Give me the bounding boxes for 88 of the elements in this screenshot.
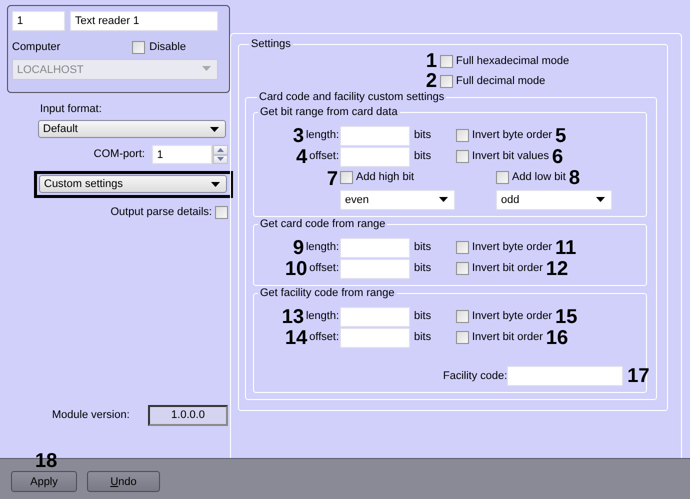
- bits-field[interactable]: [340, 146, 410, 166]
- callout-number: 2: [426, 72, 437, 90]
- group-title: Get facility code from range: [259, 287, 396, 300]
- facility-code-label: Facility code:: [443, 370, 508, 382]
- callout-number: 14: [284, 328, 308, 346]
- name-field[interactable]: Text reader 1: [70, 11, 218, 31]
- checkbox[interactable]: [440, 74, 453, 88]
- module-version-label: Module version:: [52, 409, 131, 422]
- computer-label: Computer: [12, 41, 60, 54]
- disable-label: Disable: [149, 41, 186, 54]
- unit-label: bits: [413, 310, 432, 323]
- bits-field[interactable]: [340, 258, 410, 278]
- callout-number: 11: [555, 238, 576, 256]
- parse-mode-dropdown[interactable]: Custom settings: [39, 175, 227, 193]
- input-format-label: Input format:: [40, 103, 103, 116]
- checkbox[interactable]: [215, 206, 228, 219]
- callout-number: 17: [627, 367, 650, 385]
- caret-icon: [596, 197, 605, 202]
- unit-label: bits: [413, 150, 432, 163]
- input-format-dropdown[interactable]: Default: [38, 120, 226, 138]
- id-field[interactable]: 1: [12, 11, 65, 31]
- field-label: offset:: [309, 262, 339, 275]
- unit-label: bits: [413, 262, 432, 275]
- checkbox[interactable]: [456, 331, 469, 344]
- spin-button[interactable]: [213, 145, 228, 154]
- caret-icon: [202, 66, 211, 71]
- checkbox[interactable]: [340, 171, 353, 184]
- callout-number: 12: [546, 260, 568, 278]
- caret-icon: [210, 127, 219, 132]
- parity-dropdown[interactable]: even: [340, 190, 455, 210]
- checkbox-label: Invert byte order: [472, 129, 552, 142]
- bits-field[interactable]: [340, 238, 410, 258]
- callout-number: 3: [292, 126, 304, 144]
- checkbox[interactable]: [456, 310, 469, 323]
- checkbox[interactable]: [456, 262, 469, 275]
- group-title: Get card code from range: [259, 218, 386, 231]
- group-title: Settings: [250, 38, 292, 51]
- unit-label: bits: [413, 241, 432, 254]
- apply-button[interactable]: Apply: [11, 471, 77, 492]
- field-label: length:: [306, 241, 339, 254]
- callout-number: 1: [426, 52, 437, 70]
- checkbox-label: Full decimal mode: [456, 74, 546, 88]
- com-port-label: COM-port:: [94, 148, 145, 161]
- callout-number: 7: [326, 170, 338, 192]
- unit-label: bits: [413, 129, 432, 142]
- undo-button[interactable]: Undo: [87, 471, 160, 492]
- parity-dropdown[interactable]: odd: [496, 190, 612, 210]
- callout-number: 5: [555, 126, 566, 144]
- down-arrow-icon: [217, 157, 224, 162]
- checkbox[interactable]: [132, 41, 146, 54]
- field-label: offset:: [309, 331, 339, 344]
- callout-number: 9: [292, 238, 304, 256]
- bits-field[interactable]: [340, 306, 410, 326]
- checkbox-label: Invert bit order: [472, 262, 543, 275]
- output-parse-label: Output parse details:: [110, 206, 212, 219]
- caret-icon: [439, 197, 448, 202]
- bits-field[interactable]: [340, 126, 410, 146]
- checkbox-label: Invert byte order: [472, 310, 552, 323]
- callout-number: 10: [284, 260, 308, 278]
- callout-number: 13: [282, 308, 304, 326]
- field-label: offset:: [309, 150, 339, 163]
- callout-number: 8: [568, 168, 580, 186]
- checkbox[interactable]: [456, 129, 469, 142]
- checkbox-label: Add high bit: [356, 171, 414, 184]
- checkbox-label: Invert bit values: [472, 150, 550, 163]
- callout-number: 6: [552, 148, 564, 166]
- module-version-field: 1.0.0.0: [148, 405, 228, 426]
- field-label: length:: [306, 129, 339, 142]
- checkbox-label: Invert byte order: [472, 241, 552, 254]
- unit-label: bits: [413, 331, 432, 344]
- checkbox[interactable]: [456, 241, 469, 254]
- callout-number: 4: [296, 148, 308, 166]
- callout-number: 15: [555, 308, 578, 326]
- checkbox-label: Add low bit: [512, 171, 566, 184]
- group-title: Get bit range from card data: [259, 106, 399, 119]
- checkbox[interactable]: [456, 150, 469, 163]
- field-label: length:: [306, 310, 339, 323]
- com-port-field[interactable]: 1: [152, 145, 212, 164]
- callout-number: 16: [546, 328, 568, 346]
- checkbox-label: Full hexadecimal mode: [456, 54, 570, 68]
- checkbox[interactable]: [440, 54, 453, 68]
- facility-code-field[interactable]: [507, 366, 624, 386]
- bits-field[interactable]: [340, 328, 410, 348]
- group-title: Card code and facility custom settings: [258, 91, 446, 104]
- checkbox[interactable]: [496, 171, 509, 184]
- caret-icon: [211, 182, 220, 187]
- checkbox-label: Invert bit order: [472, 331, 543, 344]
- up-arrow-icon: [217, 148, 224, 152]
